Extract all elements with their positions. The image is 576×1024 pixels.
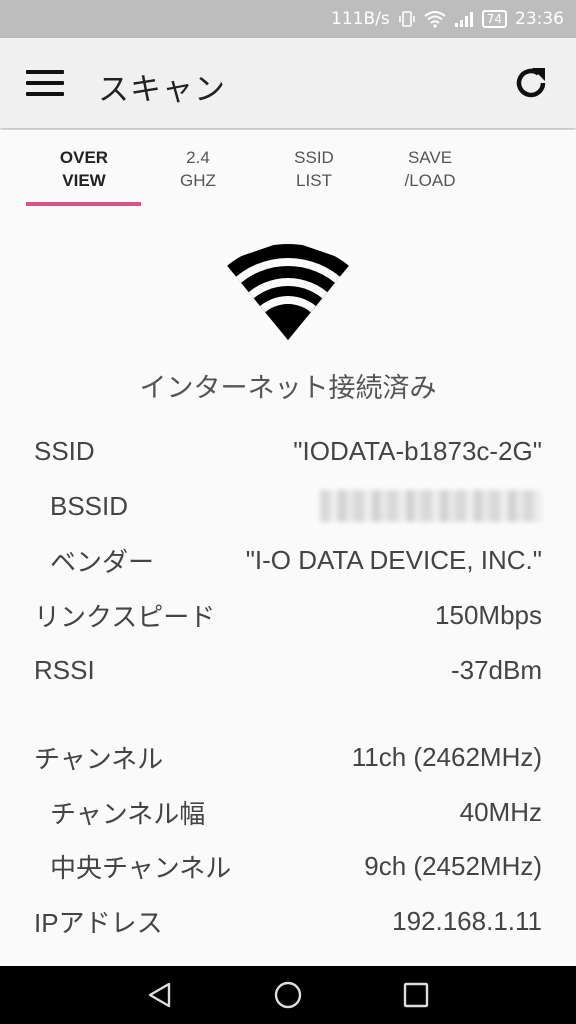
ip-address-row: IPアドレス 192.168.1.11 — [34, 901, 542, 941]
vendor-row: ベンダー "I-O DATA DEVICE, INC." — [34, 540, 542, 580]
rssi-value: -37dBm — [450, 654, 542, 685]
refresh-icon[interactable] — [512, 64, 550, 102]
rssi-row: RSSI -37dBm — [34, 650, 542, 690]
channel-width-row: チャンネル幅 40MHz — [34, 792, 542, 832]
connection-status: インターネット接続済み — [139, 373, 437, 404]
channel-row: チャンネル 11ch (2462MHz) — [34, 737, 542, 777]
ip-address-value: 192.168.1.11 — [392, 905, 542, 936]
clock: 23:36 — [515, 9, 564, 29]
tab-2-4ghz-label: 2.4 GHZ — [180, 148, 216, 190]
ip-address-label: IPアドレス — [34, 907, 163, 938]
tab-bar: OVER VIEW 2.4 GHZ SSID LIST SAVE /LOAD — [0, 130, 576, 206]
status-bar: 111B/s 74 23:36 — [0, 0, 576, 38]
tab-ssid-list-label: SSID LIST — [294, 148, 334, 190]
tab-save-load-label: SAVE /LOAD — [404, 148, 456, 190]
tab-overview[interactable]: OVER VIEW — [26, 146, 142, 192]
channel-label: チャンネル — [34, 743, 164, 774]
vendor-label: ベンダー — [50, 546, 155, 577]
ssid-row: SSID "IODATA-b1873c-2G" — [34, 431, 542, 471]
link-speed-row: リンクスピード 150Mbps — [34, 595, 542, 635]
cell-signal-icon — [454, 10, 474, 28]
ssid-label: SSID — [34, 435, 95, 466]
tab-overview-label: OVER VIEW — [59, 148, 109, 190]
active-tab-indicator — [26, 202, 141, 206]
bssid-row: BSSID — [34, 486, 542, 526]
hamburger-menu-icon[interactable] — [26, 70, 64, 96]
tab-ssid-list[interactable]: SSID LIST — [256, 146, 372, 192]
link-speed-label: リンクスピード — [34, 601, 216, 632]
wifi-status-icon — [424, 10, 446, 28]
bssid-value-redacted — [320, 490, 542, 522]
ssid-value: "IODATA-b1873c-2G" — [293, 435, 542, 466]
bssid-label: BSSID — [50, 490, 129, 521]
rssi-label: RSSI — [34, 654, 95, 685]
navigation-bar — [0, 966, 576, 1024]
center-channel-value: 9ch (2452MHz) — [364, 850, 542, 881]
channel-value: 11ch (2462MHz) — [351, 741, 542, 772]
wifi-signal-icon — [224, 240, 352, 340]
center-channel-label: 中央チャンネル — [50, 852, 232, 883]
app-toolbar: スキャン — [0, 38, 576, 128]
back-triangle-icon[interactable] — [145, 980, 175, 1010]
link-speed-value: 150Mbps — [435, 599, 542, 630]
tab-2-4ghz[interactable]: 2.4 GHZ — [140, 146, 256, 192]
channel-width-value: 40MHz — [459, 796, 542, 827]
home-circle-icon[interactable] — [273, 980, 303, 1010]
vibrate-icon — [398, 10, 416, 28]
recents-square-icon[interactable] — [401, 980, 431, 1010]
network-speed: 111B/s — [331, 9, 390, 29]
center-channel-row: 中央チャンネル 9ch (2452MHz) — [34, 846, 542, 886]
vendor-value: "I-O DATA DEVICE, INC." — [245, 544, 542, 575]
tab-save-load[interactable]: SAVE /LOAD — [372, 146, 488, 192]
channel-width-label: チャンネル幅 — [50, 798, 206, 829]
battery-icon: 74 — [481, 10, 507, 28]
page-title: スキャン — [98, 72, 226, 108]
